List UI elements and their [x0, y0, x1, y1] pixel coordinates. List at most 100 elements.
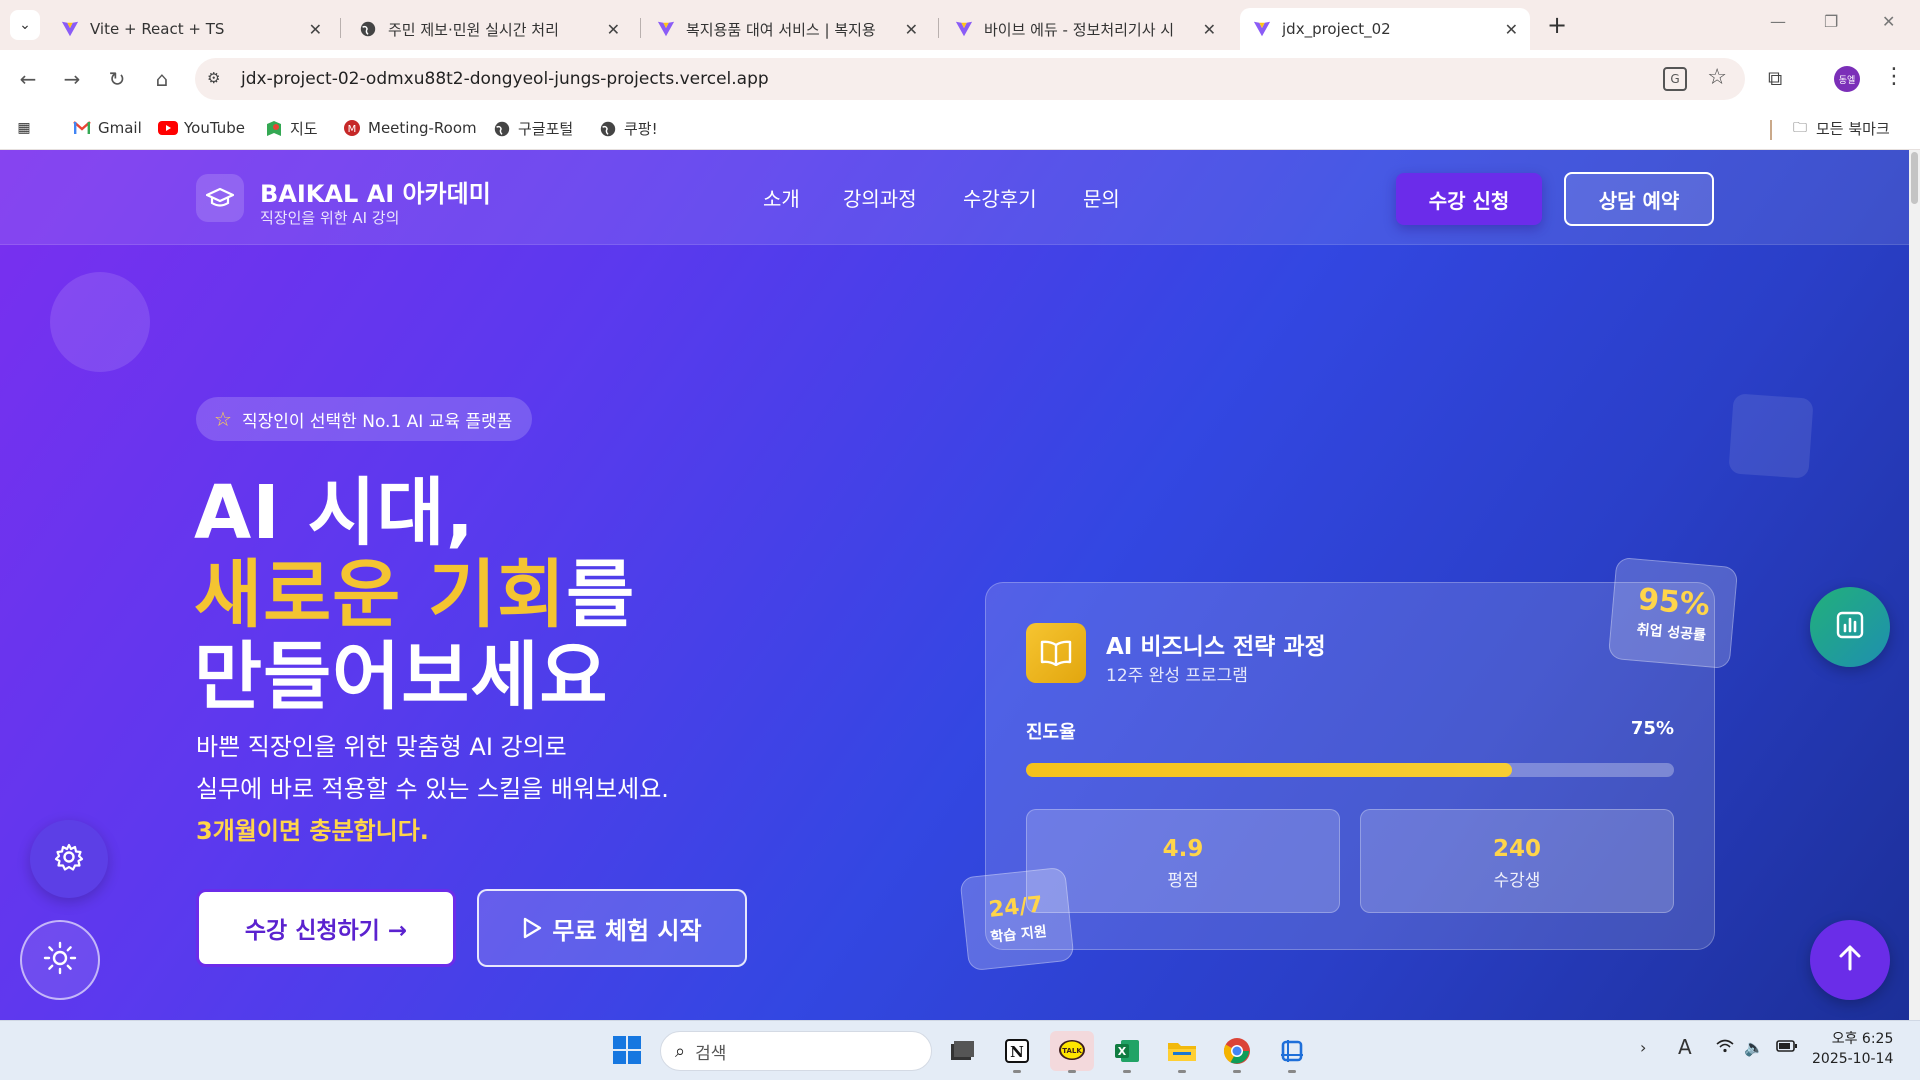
sun-icon: [43, 941, 77, 979]
folder-icon[interactable]: [1160, 1031, 1204, 1073]
site-header: BAIKAL AI 아카데미 직장인을 위한 AI 강의 소개 강의과정 수강후…: [0, 150, 1909, 245]
restore-icon[interactable]: ❐: [1824, 12, 1838, 31]
free-trial-button[interactable]: 무료 체험 시작: [477, 889, 747, 967]
bookmark-meeting-room[interactable]: M Meeting-Room: [342, 118, 477, 138]
extensions-icon[interactable]: ⧉: [1768, 66, 1782, 90]
bookmark-maps[interactable]: 지도: [264, 118, 318, 139]
volume-muted-icon[interactable]: 🔈: [1744, 1038, 1764, 1057]
window-close-icon[interactable]: ✕: [1882, 12, 1895, 31]
bookmark-star-icon[interactable]: ☆: [1707, 65, 1727, 90]
svg-text:N: N: [1010, 1043, 1024, 1061]
close-icon[interactable]: ✕: [309, 20, 322, 39]
more-menu-icon[interactable]: ⋮: [1883, 64, 1905, 89]
page-scrollbar[interactable]: [1909, 150, 1920, 1020]
notion-icon[interactable]: N: [995, 1031, 1039, 1073]
all-bookmarks[interactable]: 🗀 모든 북마크: [1790, 118, 1890, 139]
tab-3[interactable]: 복지용품 대여 서비스 | 복지용 ✕: [644, 8, 930, 50]
scroll-to-top-button[interactable]: [1810, 920, 1890, 1000]
url-text[interactable]: jdx-project-02-odmxu88t2-dongyeol-jungs-…: [241, 69, 769, 89]
kakaotalk-icon[interactable]: TALK: [1050, 1031, 1094, 1073]
tab-4[interactable]: 바이브 에듀 - 정보처리기사 시 ✕: [942, 8, 1228, 50]
tab-title: Vite + React + TS: [90, 20, 225, 38]
tab-1[interactable]: Vite + React + TS ✕: [48, 8, 334, 50]
settings-button[interactable]: [30, 820, 108, 898]
address-bar[interactable]: ⚙ jdx-project-02-odmxu88t2-dongyeol-jung…: [195, 58, 1745, 100]
windows-start-icon[interactable]: [612, 1035, 642, 1069]
stat-value: 4.9: [1162, 836, 1204, 862]
language-indicator-icon[interactable]: A: [1678, 1035, 1692, 1059]
hero-badge: ☆ 직장인이 선택한 No.1 AI 교육 플랫폼: [196, 397, 533, 441]
chrome-icon[interactable]: [1215, 1031, 1259, 1073]
clock-date: 2025-10-14: [1812, 1051, 1894, 1067]
arrow-up-icon: [1835, 943, 1865, 977]
decorative-circle: [50, 272, 150, 372]
progress-value: 75%: [1630, 718, 1674, 739]
apply-button[interactable]: 수강 신청: [1396, 173, 1542, 225]
close-icon[interactable]: ✕: [905, 20, 918, 39]
free-trial-label: 무료 체험 시작: [552, 916, 702, 945]
reload-icon[interactable]: ↻: [103, 65, 131, 93]
graduation-cap-icon[interactable]: [196, 174, 244, 222]
vite-icon: [60, 19, 80, 39]
tab-2[interactable]: 주민 제보·민원 실시간 처리 ✕: [346, 8, 632, 50]
close-icon[interactable]: ✕: [1505, 20, 1518, 39]
system-clock[interactable]: 오후 6:25 2025-10-14: [1812, 1029, 1893, 1069]
bookmark-youtube[interactable]: YouTube: [158, 118, 245, 138]
svg-text:X: X: [1118, 1045, 1127, 1058]
decorative-square: [1728, 393, 1814, 479]
course-title: AI 비즈니스 전략 과정: [1106, 634, 1326, 660]
back-icon[interactable]: ←: [14, 65, 42, 93]
tab-active[interactable]: jdx_project_02 ✕: [1240, 8, 1530, 50]
nav-link-reviews[interactable]: 수강후기: [963, 183, 1037, 212]
brand-tagline: 직장인을 위한 AI 강의: [260, 209, 400, 227]
tab-search-button[interactable]: ⌄: [10, 10, 40, 40]
excel-icon[interactable]: X: [1105, 1031, 1149, 1073]
theme-toggle-button[interactable]: [20, 920, 100, 1000]
youtube-icon: [158, 118, 178, 138]
chevron-right-icon[interactable]: ›: [1640, 1038, 1646, 1057]
tab-title: 바이브 에듀 - 정보처리기사 시: [984, 20, 1175, 39]
close-icon[interactable]: ✕: [1203, 20, 1216, 39]
hero-title-line3: 만들어보세요: [194, 634, 609, 720]
hero-title-line1: AI 시대,: [194, 470, 475, 556]
wifi-icon[interactable]: [1716, 1038, 1734, 1057]
file-explorer-icon[interactable]: [940, 1031, 984, 1071]
bookmark-portal[interactable]: 구글포털: [492, 118, 573, 139]
brand-name[interactable]: BAIKAL AI 아카데미: [260, 174, 491, 209]
stats-button[interactable]: [1810, 587, 1890, 667]
svg-text:M: M: [348, 124, 357, 135]
apps-icon[interactable]: ▦: [14, 118, 40, 138]
globe-icon: [492, 119, 512, 139]
battery-icon[interactable]: [1776, 1038, 1798, 1057]
home-icon[interactable]: ⌂: [148, 65, 176, 93]
stat-rating: 4.9 평점: [1026, 809, 1340, 913]
progress-bar-fill: [1026, 763, 1512, 777]
nav-link-courses[interactable]: 강의과정: [843, 183, 917, 212]
translate-icon[interactable]: G: [1663, 67, 1687, 91]
progress-label: 진도율: [1026, 722, 1076, 743]
play-icon: [522, 917, 542, 939]
hero-title: AI 시대, 새로운 기회를 만들어보세요: [194, 472, 635, 718]
minimize-icon[interactable]: —: [1770, 12, 1786, 31]
site-info-icon[interactable]: ⚙: [207, 69, 220, 87]
new-tab-button[interactable]: +: [1542, 10, 1572, 40]
badge-text: 직장인이 선택한 No.1 AI 교육 플랫폼: [241, 411, 513, 432]
web-page: BAIKAL AI 아카데미 직장인을 위한 AI 강의 소개 강의과정 수강후…: [0, 150, 1909, 1020]
consult-button[interactable]: 상담 예약: [1564, 172, 1714, 226]
stat-label: 평점: [1167, 871, 1199, 891]
profile-avatar[interactable]: 동엘: [1834, 66, 1860, 92]
nav-link-contact[interactable]: 문의: [1083, 183, 1120, 212]
tab-title: 주민 제보·민원 실시간 처리: [388, 20, 559, 39]
hero-subtitle-line1: 바쁜 직장인을 위한 맞춤형 AI 강의로: [196, 733, 567, 761]
snipping-tool-icon[interactable]: [1270, 1031, 1314, 1073]
bookmark-gmail[interactable]: Gmail: [72, 118, 142, 138]
enroll-button[interactable]: 수강 신청하기 →: [196, 889, 456, 967]
close-icon[interactable]: ✕: [607, 20, 620, 39]
taskbar-search[interactable]: ⌕ 검색: [660, 1031, 932, 1071]
bookmark-coupang[interactable]: 쿠팡!: [598, 118, 658, 139]
forward-icon[interactable]: →: [58, 65, 86, 93]
bookmark-label: 쿠팡!: [624, 120, 658, 138]
maps-icon: [264, 119, 284, 139]
bookmark-label: Gmail: [98, 119, 142, 137]
nav-link-about[interactable]: 소개: [763, 183, 800, 212]
